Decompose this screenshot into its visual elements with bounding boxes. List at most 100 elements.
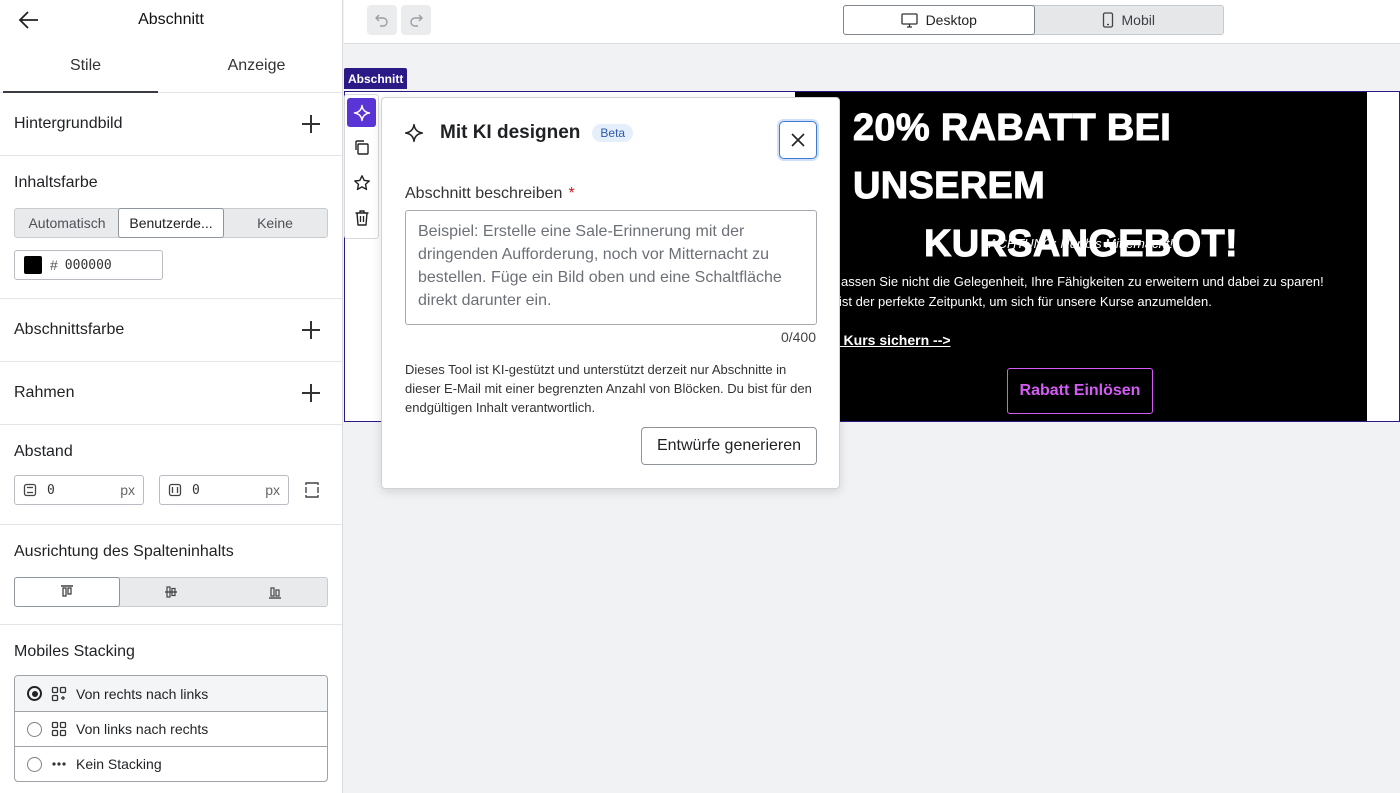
section-action-toolbar [344, 94, 379, 239]
border-section: Rahmen [0, 362, 342, 425]
column-alignment-section: Ausrichtung des Spalteninhalts [0, 525, 342, 625]
column-alignment-label: Ausrichtung des Spalteninhalts [14, 543, 234, 560]
sparkle-icon [404, 123, 424, 143]
content-color-none-option[interactable]: Keine [223, 209, 327, 237]
tab-stile[interactable]: Stile [0, 40, 171, 93]
align-top-icon [61, 585, 73, 597]
radio-selected[interactable] [27, 686, 42, 701]
add-section-color-button[interactable] [300, 319, 322, 341]
section-color-section: Abschnittsfarbe [0, 299, 342, 362]
body-line-2: ist der perfekte Zeitpunkt, um sich für … [839, 294, 1212, 309]
dialog-header: Mit KI designen Beta [404, 122, 634, 144]
sparkle-icon [353, 104, 370, 121]
sidebar-title: Abschnitt [138, 11, 204, 28]
content-color-custom-option[interactable]: Benutzerde... [118, 208, 224, 238]
vertical-padding-value[interactable]: 0 [47, 483, 120, 498]
close-dialog-button[interactable] [779, 121, 817, 159]
describe-section-label: Abschnitt beschreiben * [405, 185, 575, 203]
tab-anzeige[interactable]: Anzeige [171, 40, 342, 92]
describe-section-text: Abschnitt beschreiben [405, 185, 563, 202]
add-background-image-button[interactable] [300, 113, 322, 135]
stack-left-right-icon [51, 721, 67, 737]
radio-unselected[interactable] [27, 721, 42, 737]
hex-value[interactable]: 000000 [65, 258, 112, 273]
hex-hash: # [50, 257, 58, 273]
align-top-option[interactable] [14, 577, 120, 607]
add-border-button[interactable] [300, 382, 322, 404]
required-marker: * [568, 185, 575, 202]
dialog-title: Mit KI designen [440, 122, 581, 143]
horizontal-padding-unit: px [265, 482, 280, 498]
mobile-stacking-label: Mobiles Stacking [14, 643, 135, 660]
align-bottom-option[interactable] [223, 578, 327, 606]
desktop-view-button[interactable]: Desktop [843, 5, 1035, 35]
copy-icon [355, 140, 369, 155]
content-color-hex-field[interactable]: # 000000 [14, 250, 163, 280]
background-image-section: Hintergrundbild [0, 93, 342, 156]
vertical-padding-icon [23, 483, 37, 497]
email-content-block[interactable]: 20% RABATT BEI UNSEREM KURSANGEBOT! ACHT… [795, 92, 1367, 421]
align-middle-option[interactable] [119, 578, 223, 606]
trash-icon [355, 209, 368, 226]
content-color-label: Inhaltsfarbe [14, 174, 98, 191]
headline-line-1: 20% RABATT BEI UNSEREM [853, 107, 1172, 208]
beta-badge: Beta [592, 124, 634, 142]
redo-icon [410, 14, 423, 27]
redo-button[interactable] [401, 5, 431, 35]
sidebar-header: Abschnitt [0, 0, 342, 40]
vertical-padding-input[interactable]: 0 px [14, 475, 144, 505]
align-bottom-icon [269, 587, 281, 599]
individual-padding-icon[interactable] [304, 481, 320, 499]
horizontal-padding-icon [168, 483, 182, 497]
ai-disclaimer: Dieses Tool ist KI-gestützt und unterstü… [405, 362, 812, 415]
generate-drafts-button[interactable]: Entwürfe generieren [641, 427, 817, 465]
mobile-stacking-section: Mobiles Stacking Von rechts nach links V… [0, 625, 342, 782]
mobile-stacking-options: Von rechts nach links Von links nach rec… [14, 675, 328, 782]
delete-button[interactable] [347, 203, 376, 232]
settings-sidebar: Abschnitt Stile Anzeige Hintergrundbild … [0, 0, 343, 793]
column-alignment-toggle [14, 577, 328, 607]
editor-toolbar: Desktop Mobil [344, 0, 1400, 44]
horizontal-padding-value[interactable]: 0 [192, 483, 265, 498]
horizontal-padding-input[interactable]: 0 px [159, 475, 289, 505]
content-color-section: Inhaltsfarbe Automatisch Benutzerde... K… [0, 156, 342, 299]
align-middle-icon [165, 586, 177, 598]
undo-button[interactable] [367, 5, 397, 35]
close-icon [791, 133, 805, 147]
stack-right-left-icon [51, 686, 67, 701]
background-image-label: Hintergrundbild [14, 115, 123, 132]
email-body-text[interactable]: assen Sie nicht die Gelegenheit, Ihre Fä… [839, 272, 1324, 312]
favorite-button[interactable] [347, 168, 376, 197]
desktop-view-label: Desktop [925, 12, 977, 28]
star-icon [353, 174, 370, 190]
attention-text[interactable]: ACHTUNG: Nur bis Mitternacht! [795, 236, 1367, 251]
vertical-padding-unit: px [120, 482, 135, 498]
desktop-icon [900, 12, 918, 28]
character-counter: 0/400 [780, 329, 816, 345]
stacking-left-to-right-option[interactable]: Von links nach rechts [15, 711, 327, 746]
back-arrow-icon[interactable] [18, 10, 40, 30]
stacking-right-to-left-label: Von rechts nach links [76, 685, 209, 702]
duplicate-button[interactable] [347, 133, 376, 162]
no-stacking-label: Kein Stacking [76, 756, 162, 772]
radio-unselected[interactable] [27, 756, 42, 772]
border-label: Rahmen [14, 384, 75, 401]
stacking-right-to-left-option[interactable]: Von rechts nach links [15, 676, 327, 711]
stacking-left-to-right-label: Von links nach rechts [76, 721, 209, 737]
content-color-auto-option[interactable]: Automatisch [15, 209, 119, 237]
section-color-label: Abschnittsfarbe [14, 321, 125, 338]
section-tag[interactable]: Abschnitt [344, 68, 408, 89]
ai-design-dialog: Mit KI designen Beta Abschnitt beschreib… [381, 97, 840, 489]
no-stacking-option[interactable]: Kein Stacking [15, 746, 327, 781]
sidebar-tabs: Stile Anzeige [0, 40, 342, 93]
spacing-label: Abstand [14, 443, 73, 460]
section-description-textarea[interactable]: Beispiel: Erstelle eine Sale-Erinnerung … [405, 210, 817, 325]
undo-icon [375, 14, 388, 27]
mobile-icon [1102, 12, 1113, 28]
redeem-discount-button[interactable]: Rabatt Einlösen [1007, 368, 1153, 414]
course-link[interactable]: : Kurs sichern --> [835, 332, 951, 348]
color-swatch[interactable] [24, 256, 42, 274]
body-line-1: assen Sie nicht die Gelegenheit, Ihre Fä… [841, 274, 1324, 289]
mobile-view-button[interactable]: Mobil [1034, 6, 1224, 34]
ai-design-button[interactable] [347, 98, 376, 127]
